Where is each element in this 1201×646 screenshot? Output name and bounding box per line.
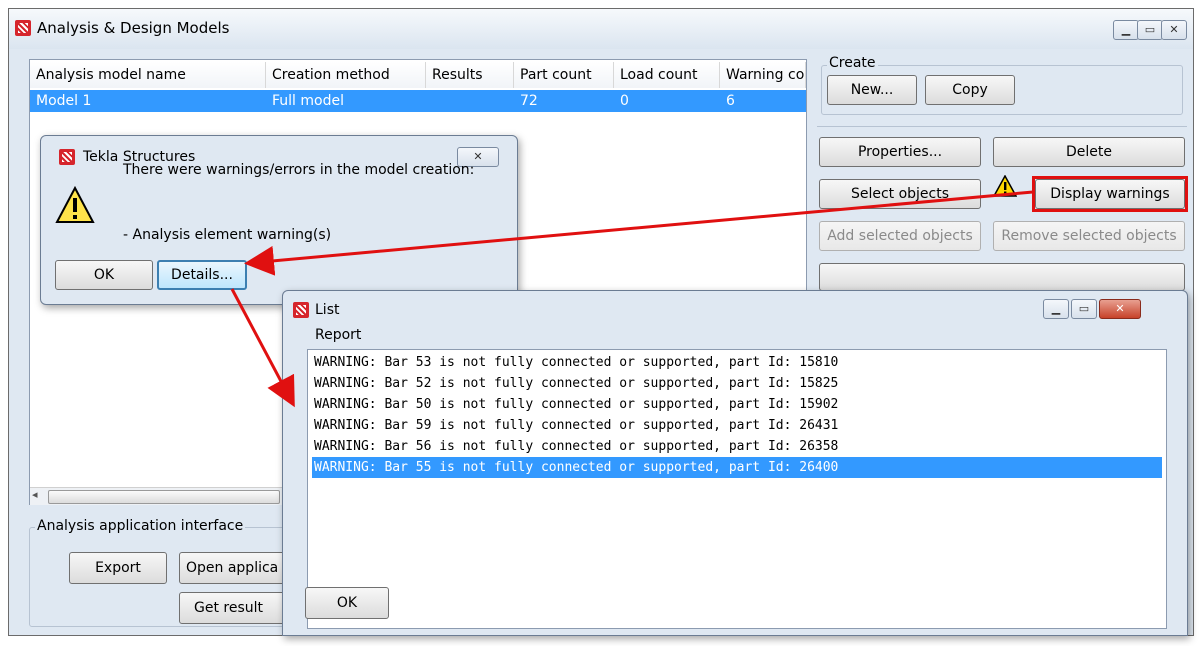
close-icon[interactable]: ✕ bbox=[1099, 299, 1141, 319]
list-item-selected[interactable]: WARNING: Bar 55 is not fully connected o… bbox=[312, 457, 1162, 478]
load-combinations-button[interactable] bbox=[819, 263, 1185, 291]
dialog-message: There were warnings/errors in the model … bbox=[123, 162, 475, 178]
warning-icon bbox=[992, 174, 1018, 201]
list-window-title: List bbox=[315, 302, 340, 318]
list-item[interactable]: WARNING: Bar 56 is not fully connected o… bbox=[312, 436, 1162, 457]
scrollbar-thumb[interactable] bbox=[48, 490, 280, 504]
tekla-warning-dialog: Tekla Structures ✕ There were warnings/e… bbox=[40, 135, 518, 305]
export-button[interactable]: Export bbox=[69, 552, 167, 584]
divider bbox=[817, 126, 1187, 127]
annotation-highlight-box bbox=[1032, 176, 1188, 212]
interface-group-label: Analysis application interface bbox=[35, 518, 246, 534]
new-button[interactable]: New... bbox=[827, 75, 917, 105]
tekla-app-icon bbox=[59, 149, 75, 165]
list-item[interactable]: WARNING: Bar 50 is not fully connected o… bbox=[312, 394, 1162, 415]
close-icon[interactable]: ✕ bbox=[1161, 20, 1187, 40]
table-row[interactable]: Model 1 Full model 72 0 6 bbox=[30, 90, 806, 112]
cell-model-name: Model 1 bbox=[36, 93, 92, 109]
dialog-detail: - Analysis element warning(s) bbox=[123, 227, 332, 243]
cell-part-count: 72 bbox=[520, 93, 538, 109]
column-header-results[interactable]: Results bbox=[426, 62, 514, 88]
cell-load-count: 0 bbox=[620, 93, 629, 109]
maximize-icon[interactable]: ▭ bbox=[1137, 20, 1163, 40]
cell-warning-count: 6 bbox=[726, 93, 735, 109]
column-header-creation-method[interactable]: Creation method bbox=[266, 62, 426, 88]
window-title: Analysis & Design Models bbox=[37, 19, 230, 37]
select-objects-button[interactable]: Select objects bbox=[819, 179, 981, 209]
warning-icon bbox=[55, 185, 95, 228]
create-group-label: Create bbox=[827, 55, 878, 71]
window-title-bar[interactable]: Analysis & Design Models ▁ ▭ ✕ bbox=[9, 9, 1193, 49]
remove-selected-objects-button[interactable]: Remove selected objects bbox=[993, 221, 1185, 251]
properties-button[interactable]: Properties... bbox=[819, 137, 981, 167]
details-button[interactable]: Details... bbox=[157, 260, 247, 290]
report-list[interactable]: WARNING: Bar 53 is not fully connected o… bbox=[307, 349, 1167, 629]
cell-results bbox=[426, 90, 514, 112]
dialog-ok-button[interactable]: OK bbox=[55, 260, 153, 290]
column-header-warning-count[interactable]: Warning co bbox=[720, 62, 806, 88]
list-ok-button[interactable]: OK bbox=[305, 587, 389, 619]
list-item[interactable]: WARNING: Bar 59 is not fully connected o… bbox=[312, 415, 1162, 436]
list-item[interactable]: WARNING: Bar 52 is not fully connected o… bbox=[312, 373, 1162, 394]
minimize-icon[interactable]: ▁ bbox=[1113, 20, 1139, 40]
report-group-label: Report bbox=[315, 327, 362, 343]
scroll-left-icon[interactable]: ◂ bbox=[32, 488, 38, 501]
column-header-name[interactable]: Analysis model name bbox=[30, 62, 266, 88]
column-header-load-count[interactable]: Load count bbox=[614, 62, 720, 88]
minimize-icon[interactable]: ▁ bbox=[1043, 299, 1069, 319]
cell-creation-method: Full model bbox=[272, 93, 344, 109]
column-header-part-count[interactable]: Part count bbox=[514, 62, 614, 88]
add-selected-objects-button[interactable]: Add selected objects bbox=[819, 221, 981, 251]
copy-button[interactable]: Copy bbox=[925, 75, 1015, 105]
list-window: List ▁ ▭ ✕ Report WARNING: Bar 53 is not… bbox=[282, 290, 1188, 636]
tekla-app-icon bbox=[293, 302, 309, 318]
tekla-app-icon bbox=[15, 20, 31, 36]
maximize-icon[interactable]: ▭ bbox=[1071, 299, 1097, 319]
delete-button[interactable]: Delete bbox=[993, 137, 1185, 167]
list-item[interactable]: WARNING: Bar 53 is not fully connected o… bbox=[312, 352, 1162, 373]
